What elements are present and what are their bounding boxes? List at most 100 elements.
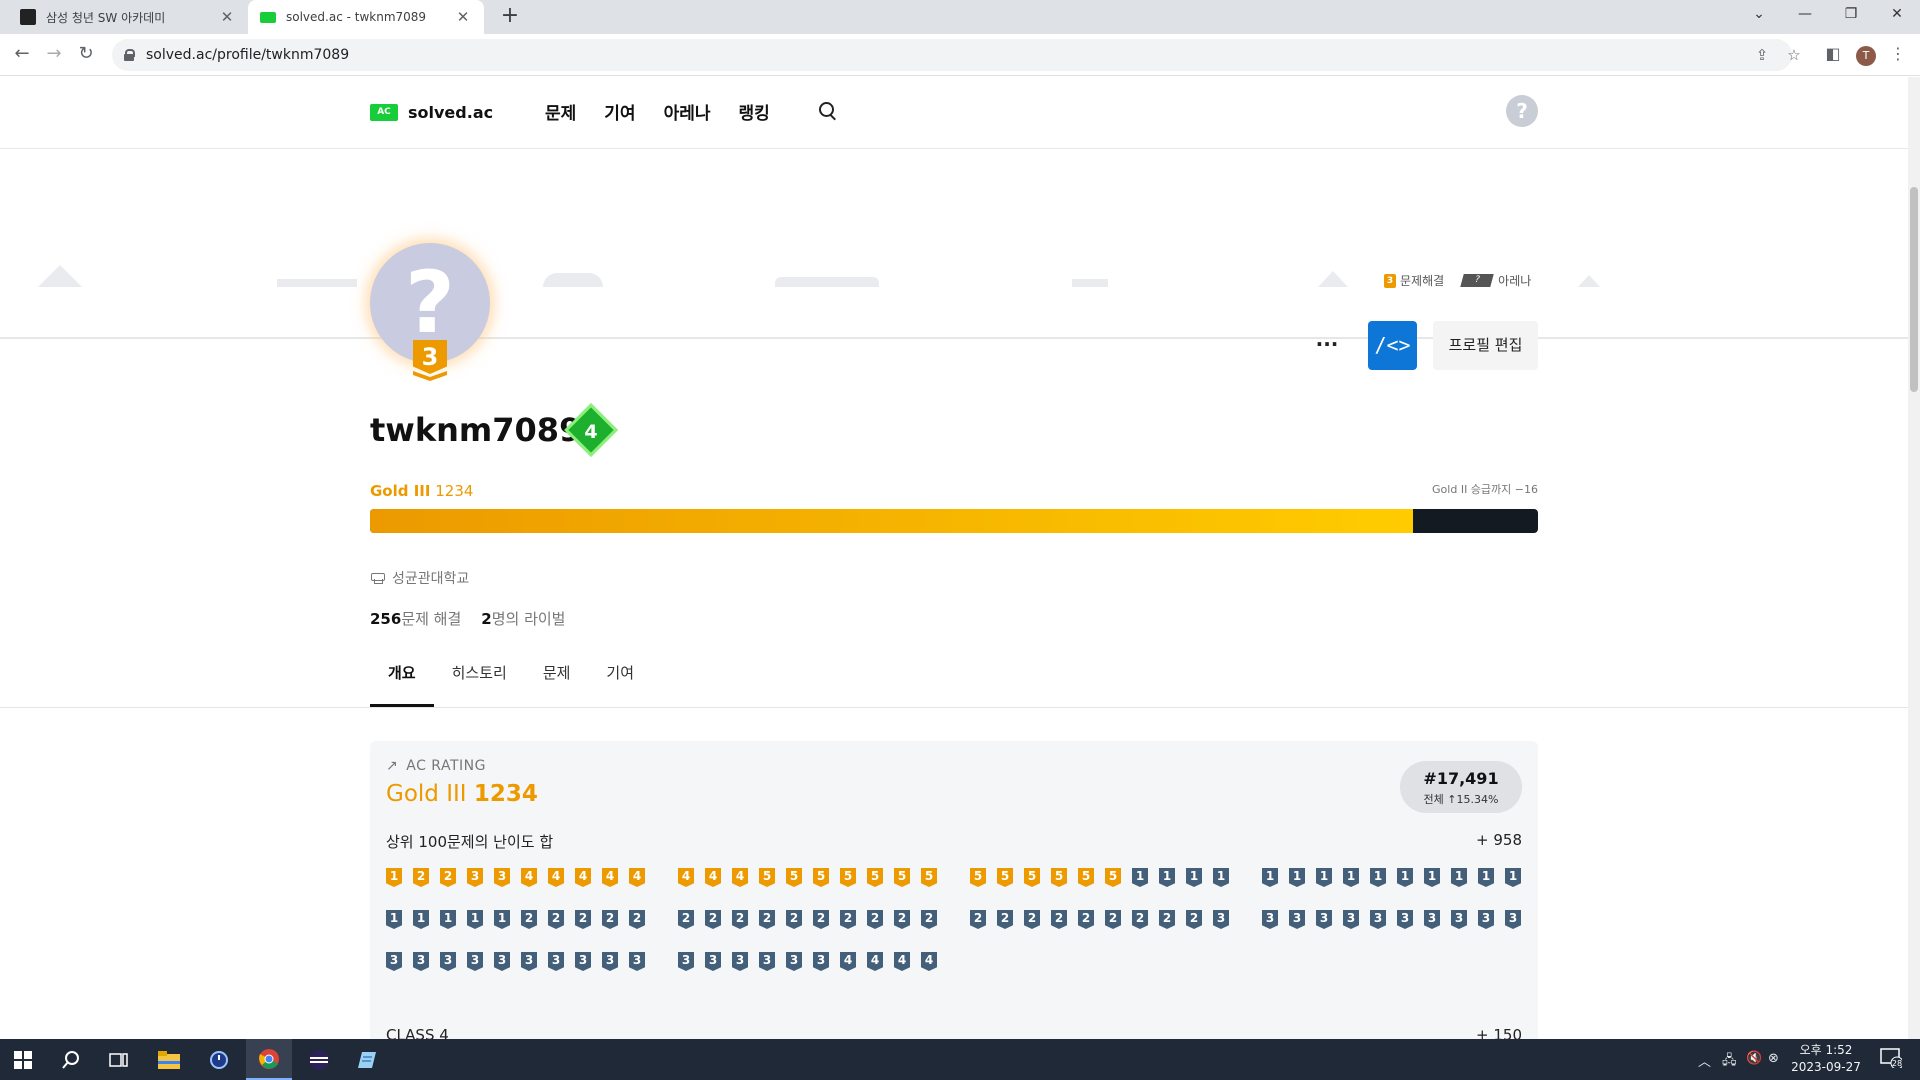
problem-tier-badge[interactable]: 5 xyxy=(1024,868,1040,887)
problem-tier-badge[interactable]: 4 xyxy=(602,868,618,887)
tab-history[interactable]: 히스토리 xyxy=(434,651,525,707)
help-button[interactable]: ? xyxy=(1506,95,1538,127)
problem-tier-badge[interactable]: 2 xyxy=(894,910,910,929)
side-panel-icon[interactable]: ◧ xyxy=(1821,43,1845,67)
problem-tier-badge[interactable]: 5 xyxy=(840,868,856,887)
problem-tier-badge[interactable]: 4 xyxy=(521,868,537,887)
problem-tier-badge[interactable]: 1 xyxy=(1262,868,1278,887)
problem-tier-badge[interactable]: 1 xyxy=(494,910,510,929)
browser-tab-solvedac[interactable]: solved.ac - twknm7089 ✕ xyxy=(248,0,484,34)
problem-tier-badge[interactable]: 2 xyxy=(602,910,618,929)
bookmark-star-icon[interactable]: ☆ xyxy=(1784,45,1804,65)
edit-profile-button[interactable]: 프로필 편집 xyxy=(1433,321,1538,370)
problem-tier-badge[interactable]: 2 xyxy=(970,910,986,929)
problem-tier-badge[interactable]: 2 xyxy=(1024,910,1040,929)
problem-tier-badge[interactable]: 4 xyxy=(705,868,721,887)
problem-tier-badge[interactable]: 2 xyxy=(1078,910,1094,929)
problem-tier-badge[interactable]: 2 xyxy=(440,868,456,887)
problem-tier-badge[interactable]: 5 xyxy=(1051,868,1067,887)
problem-tier-badge[interactable]: 3 xyxy=(1478,910,1494,929)
nav-ranking[interactable]: 랭킹 xyxy=(738,99,769,124)
problem-tier-badge[interactable]: 3 xyxy=(386,952,402,971)
problem-tier-badge[interactable]: 1 xyxy=(1451,868,1467,887)
problem-tier-badge[interactable]: 5 xyxy=(970,868,986,887)
taskbar-file-explorer[interactable] xyxy=(146,1039,192,1080)
problem-tier-badge[interactable]: 1 xyxy=(1159,868,1175,887)
problem-tier-badge[interactable]: 1 xyxy=(1343,868,1359,887)
status-x-icon[interactable]: ⊗ xyxy=(1768,1051,1779,1066)
problem-tier-badge[interactable]: 3 xyxy=(1451,910,1467,929)
rival-stat[interactable]: 2명의 라이벌 xyxy=(481,608,565,629)
problem-tier-badge[interactable]: 1 xyxy=(386,910,402,929)
nav-problems[interactable]: 문제 xyxy=(545,99,576,124)
problem-tier-badge[interactable]: 2 xyxy=(548,910,564,929)
tab-search-icon[interactable]: ⌄ xyxy=(1736,0,1782,30)
solved-stat[interactable]: 256문제 해결 xyxy=(370,608,461,629)
problem-tier-badge[interactable]: 4 xyxy=(894,952,910,971)
problem-tier-badge[interactable]: 3 xyxy=(494,868,510,887)
problem-tier-badge[interactable]: 1 xyxy=(1478,868,1494,887)
problem-tier-badge[interactable]: 3 xyxy=(440,952,456,971)
forward-icon[interactable]: → xyxy=(42,43,66,67)
problem-tier-badge[interactable]: 4 xyxy=(867,952,883,971)
problem-tier-badge[interactable]: 4 xyxy=(840,952,856,971)
problem-tier-badge[interactable]: 4 xyxy=(548,868,564,887)
problem-tier-badge[interactable]: 2 xyxy=(1051,910,1067,929)
problem-tier-badge[interactable]: 2 xyxy=(786,910,802,929)
problem-tier-badge[interactable]: 5 xyxy=(1105,868,1121,887)
taskbar-chrome[interactable] xyxy=(246,1039,292,1080)
problem-tier-badge[interactable]: 1 xyxy=(386,868,402,887)
browser-tab-ssafy[interactable]: 삼성 청년 SW 아카데미 ✕ xyxy=(8,0,248,34)
problem-tier-badge[interactable]: 3 xyxy=(467,868,483,887)
problem-tier-badge[interactable]: 3 xyxy=(705,952,721,971)
problem-tier-badge[interactable]: 3 xyxy=(1289,910,1305,929)
problem-tier-badge[interactable]: 5 xyxy=(813,868,829,887)
problem-tier-badge[interactable]: 1 xyxy=(1370,868,1386,887)
browser-menu-icon[interactable]: ⋮ xyxy=(1886,43,1910,67)
problem-tier-badge[interactable]: 5 xyxy=(786,868,802,887)
problem-tier-badge[interactable]: 2 xyxy=(575,910,591,929)
problem-tier-badge[interactable]: 1 xyxy=(1316,868,1332,887)
tab-problems[interactable]: 문제 xyxy=(525,651,589,707)
problem-tier-badge[interactable]: 1 xyxy=(1213,868,1229,887)
address-bar[interactable]: solved.ac/profile/twknm7089 ⇪ ☆ xyxy=(112,39,1801,71)
problem-tier-badge[interactable]: 2 xyxy=(413,868,429,887)
problem-tier-badge[interactable]: 2 xyxy=(732,910,748,929)
problem-tier-badge[interactable]: 3 xyxy=(629,952,645,971)
problem-tier-badge[interactable]: 1 xyxy=(413,910,429,929)
problem-tier-badge[interactable]: 3 xyxy=(1213,910,1229,929)
problem-tier-badge[interactable]: 4 xyxy=(921,952,937,971)
tab-overview[interactable]: 개요 xyxy=(370,651,434,707)
problem-tier-badge[interactable]: 1 xyxy=(1289,868,1305,887)
restore-button[interactable]: ❐ xyxy=(1828,0,1874,30)
problem-solving-label[interactable]: 문제해결 xyxy=(1400,272,1444,289)
back-icon[interactable]: ← xyxy=(10,43,34,67)
scrollbar-thumb[interactable] xyxy=(1910,187,1918,392)
search-icon[interactable] xyxy=(818,101,838,121)
problem-tier-badge[interactable]: 1 xyxy=(467,910,483,929)
problem-tier-badge[interactable]: 2 xyxy=(997,910,1013,929)
problem-tier-badge[interactable]: 3 xyxy=(1343,910,1359,929)
problem-tier-badge[interactable]: 3 xyxy=(521,952,537,971)
problem-tier-badge[interactable]: 2 xyxy=(921,910,937,929)
problem-tier-badge[interactable]: 1 xyxy=(1397,868,1413,887)
problem-tier-badge[interactable]: 3 xyxy=(548,952,564,971)
problem-tier-badge[interactable]: 1 xyxy=(440,910,456,929)
tray-overflow-icon[interactable]: ︿ xyxy=(1698,1051,1711,1070)
site-logo[interactable]: AC solved.ac xyxy=(370,103,493,122)
problem-tier-badge[interactable]: 5 xyxy=(867,868,883,887)
problem-tier-badge[interactable]: 2 xyxy=(813,910,829,929)
problem-tier-badge[interactable]: 5 xyxy=(921,868,937,887)
problem-tier-badge[interactable]: 3 xyxy=(1370,910,1386,929)
taskbar-eclipse[interactable] xyxy=(296,1039,342,1080)
nav-arena[interactable]: 아레나 xyxy=(664,99,711,124)
problem-tier-badge[interactable]: 3 xyxy=(786,952,802,971)
problem-tier-badge[interactable]: 3 xyxy=(602,952,618,971)
problem-tier-badge[interactable]: 2 xyxy=(867,910,883,929)
problem-tier-badge[interactable]: 5 xyxy=(997,868,1013,887)
taskbar-app-clock[interactable] xyxy=(196,1039,242,1080)
problem-tier-badge[interactable]: 4 xyxy=(678,868,694,887)
problem-tier-badge[interactable]: 2 xyxy=(1105,910,1121,929)
share-icon[interactable]: ⇪ xyxy=(1752,45,1772,65)
problem-tier-badge[interactable]: 3 xyxy=(813,952,829,971)
